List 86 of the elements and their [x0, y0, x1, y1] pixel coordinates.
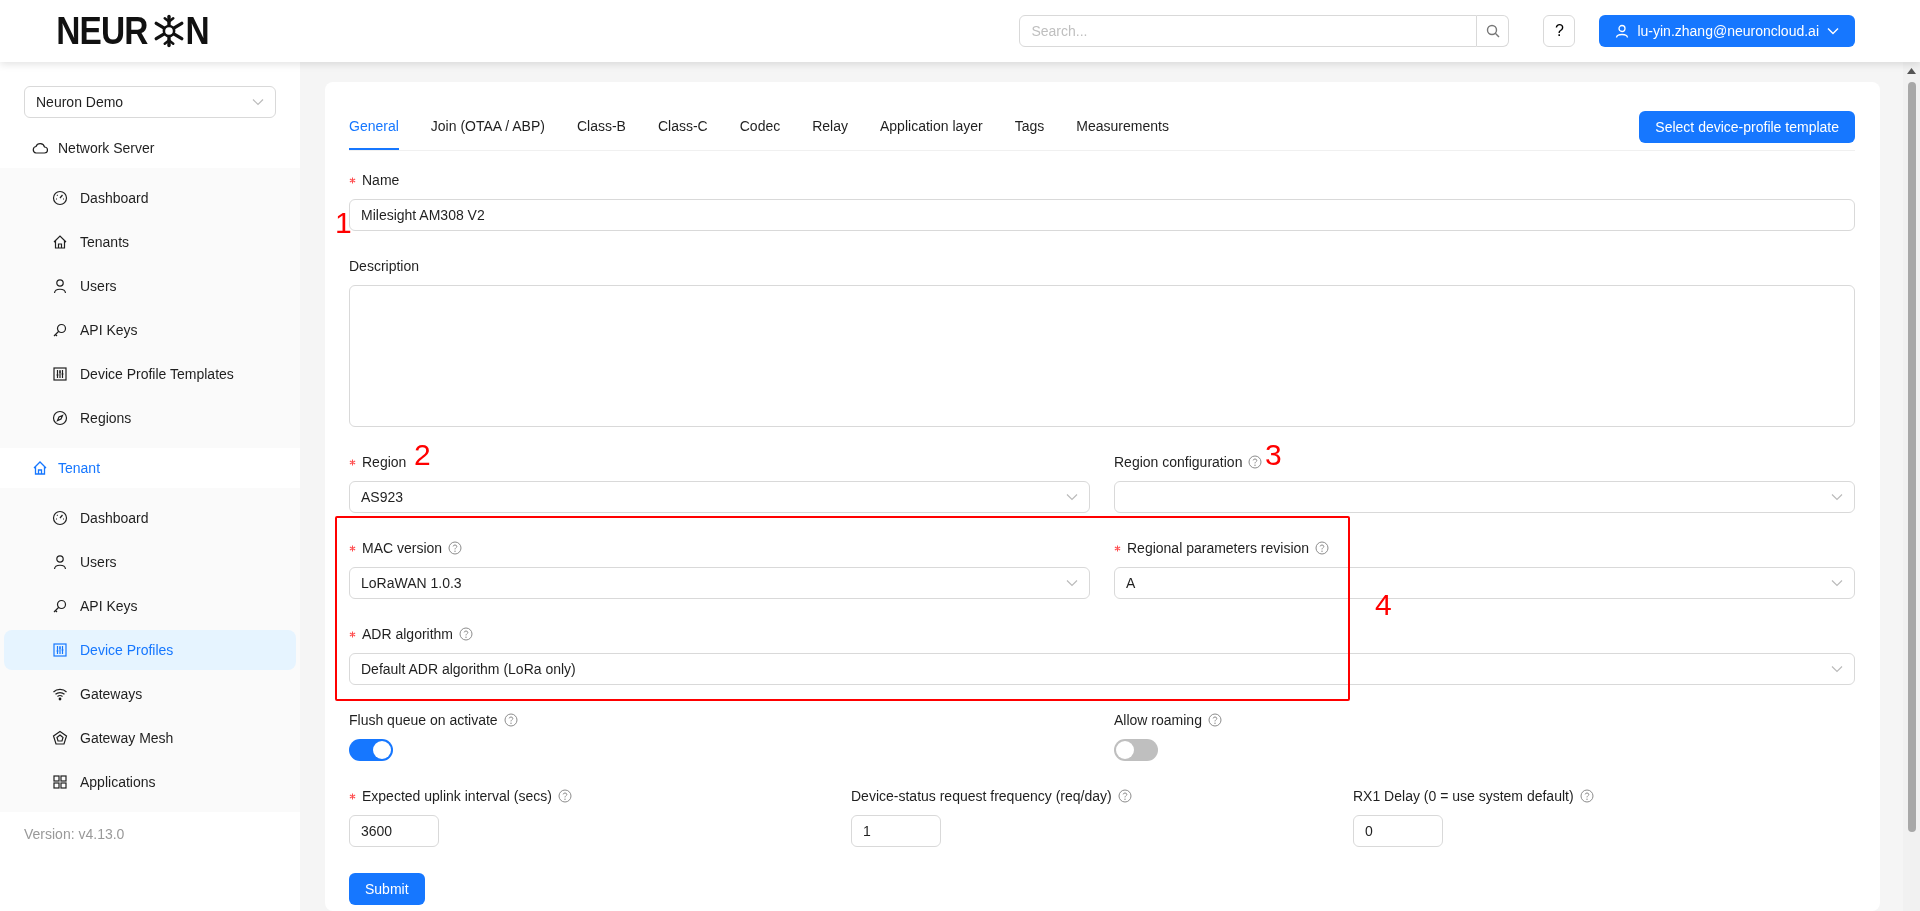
select-field[interactable] — [1114, 481, 1855, 513]
menu-item[interactable]: Users — [4, 266, 296, 306]
compass-icon — [52, 410, 68, 426]
version-text: Version: v4.13.0 — [23, 825, 126, 844]
tab[interactable]: Relay — [812, 82, 848, 150]
gauge-icon — [52, 190, 68, 206]
caret-icon — [1827, 27, 1839, 35]
wifi-icon — [52, 686, 68, 702]
tab[interactable]: Tags — [1014, 82, 1045, 150]
gauge-icon — [52, 510, 68, 526]
field-label: Name — [362, 172, 400, 188]
select-field[interactable]: LoRaWAN 1.0.3 — [349, 567, 1090, 599]
field-label: ADR algorithm — [362, 626, 454, 642]
hub-icon — [52, 730, 68, 746]
tab[interactable]: Codec — [739, 82, 781, 150]
chevron-down-icon — [1066, 493, 1078, 501]
submit-button[interactable]: Submit — [349, 873, 425, 905]
tab[interactable]: Class-C — [657, 82, 708, 150]
user-icon — [52, 554, 68, 570]
scrollbar[interactable] — [1903, 62, 1920, 911]
field-label: Region — [362, 454, 407, 470]
house-icon — [52, 234, 68, 250]
tenant-select[interactable]: Neuron Demo — [24, 86, 276, 118]
chevron-down-icon — [252, 98, 264, 106]
menu-section[interactable]: Network Server — [4, 128, 296, 168]
menu-section[interactable]: Tenant — [4, 448, 296, 488]
tab[interactable]: General — [349, 82, 399, 150]
annotation-number: 1 — [335, 208, 352, 238]
tab[interactable]: Join (OTAA / ABP) — [430, 82, 545, 150]
chevron-down-icon — [1831, 665, 1843, 673]
scroll-up-icon — [1907, 68, 1916, 74]
sliders-icon — [52, 366, 68, 382]
tab[interactable]: Application layer — [880, 82, 983, 150]
search-button[interactable] — [1477, 15, 1510, 47]
annotation-number: 2 — [414, 440, 431, 470]
tab[interactable]: Measurements — [1076, 82, 1169, 150]
menu-item[interactable]: Applications — [4, 762, 296, 802]
logo-text: NEUR — [56, 12, 148, 50]
text-field[interactable]: Milesight AM308 V2 — [349, 199, 1855, 231]
select-field[interactable]: AS923 — [349, 481, 1090, 513]
key-icon — [52, 598, 68, 614]
annotation-number: 3 — [1265, 440, 1282, 470]
select-field[interactable]: Default ADR algorithm (LoRa only) — [349, 653, 1855, 685]
select-template-button[interactable]: Select device-profile template — [1639, 111, 1855, 143]
user-icon — [52, 278, 68, 294]
number-field[interactable]: 0 — [1353, 815, 1443, 847]
chevron-down-icon — [1831, 579, 1843, 587]
number-field[interactable]: 3600 — [349, 815, 439, 847]
menu-item[interactable]: Users — [4, 542, 296, 582]
toggle-switch[interactable] — [1114, 739, 1158, 761]
user-menu-button[interactable]: lu-yin.zhang@neuroncloud.ai — [1599, 15, 1855, 47]
search-icon — [1485, 24, 1500, 38]
field-label: RX1 Delay (0 = use system default) — [1353, 788, 1574, 804]
chevron-down-icon — [1831, 493, 1843, 501]
field-label: Expected uplink interval (secs) — [362, 788, 552, 804]
menu-item[interactable]: Gateways — [4, 674, 296, 714]
field-label: Description — [349, 258, 420, 274]
scrollbar-thumb[interactable] — [1907, 82, 1916, 832]
help-button[interactable]: ? — [1543, 15, 1576, 47]
menu-item[interactable]: Tenants — [4, 222, 296, 262]
menu-item[interactable]: Regions — [4, 398, 296, 438]
tab[interactable]: Class-B — [576, 82, 626, 150]
field-label: Allow roaming — [1114, 712, 1202, 728]
field-label: MAC version — [362, 540, 443, 556]
logo-text: N — [185, 12, 209, 50]
menu-item[interactable]: Dashboard — [4, 498, 296, 538]
house-icon — [32, 460, 48, 476]
menu-item[interactable]: API Keys — [4, 586, 296, 626]
field-label: Flush queue on activate — [349, 712, 498, 728]
toggle-switch[interactable] — [349, 739, 393, 761]
chevron-down-icon — [1066, 579, 1078, 587]
menu-item[interactable]: Gateway Mesh — [4, 718, 296, 758]
user-icon — [1615, 24, 1630, 38]
field-label: Region configuration — [1114, 454, 1243, 470]
cloud-icon — [32, 142, 48, 154]
menu-item[interactable]: Dashboard — [4, 178, 296, 218]
field-label: Device-status request frequency (req/day) — [851, 788, 1112, 804]
menu-item[interactable]: Device Profiles — [4, 630, 296, 670]
number-field[interactable]: 1 — [851, 815, 941, 847]
sliders-icon — [52, 642, 68, 658]
field-label: Regional parameters revision — [1127, 540, 1310, 556]
menu-item[interactable]: API Keys — [4, 310, 296, 350]
grid-icon — [52, 774, 68, 790]
menu-item[interactable]: Device Profile Templates — [4, 354, 296, 394]
search-field[interactable]: Search... — [1019, 15, 1478, 47]
key-icon — [52, 322, 68, 338]
